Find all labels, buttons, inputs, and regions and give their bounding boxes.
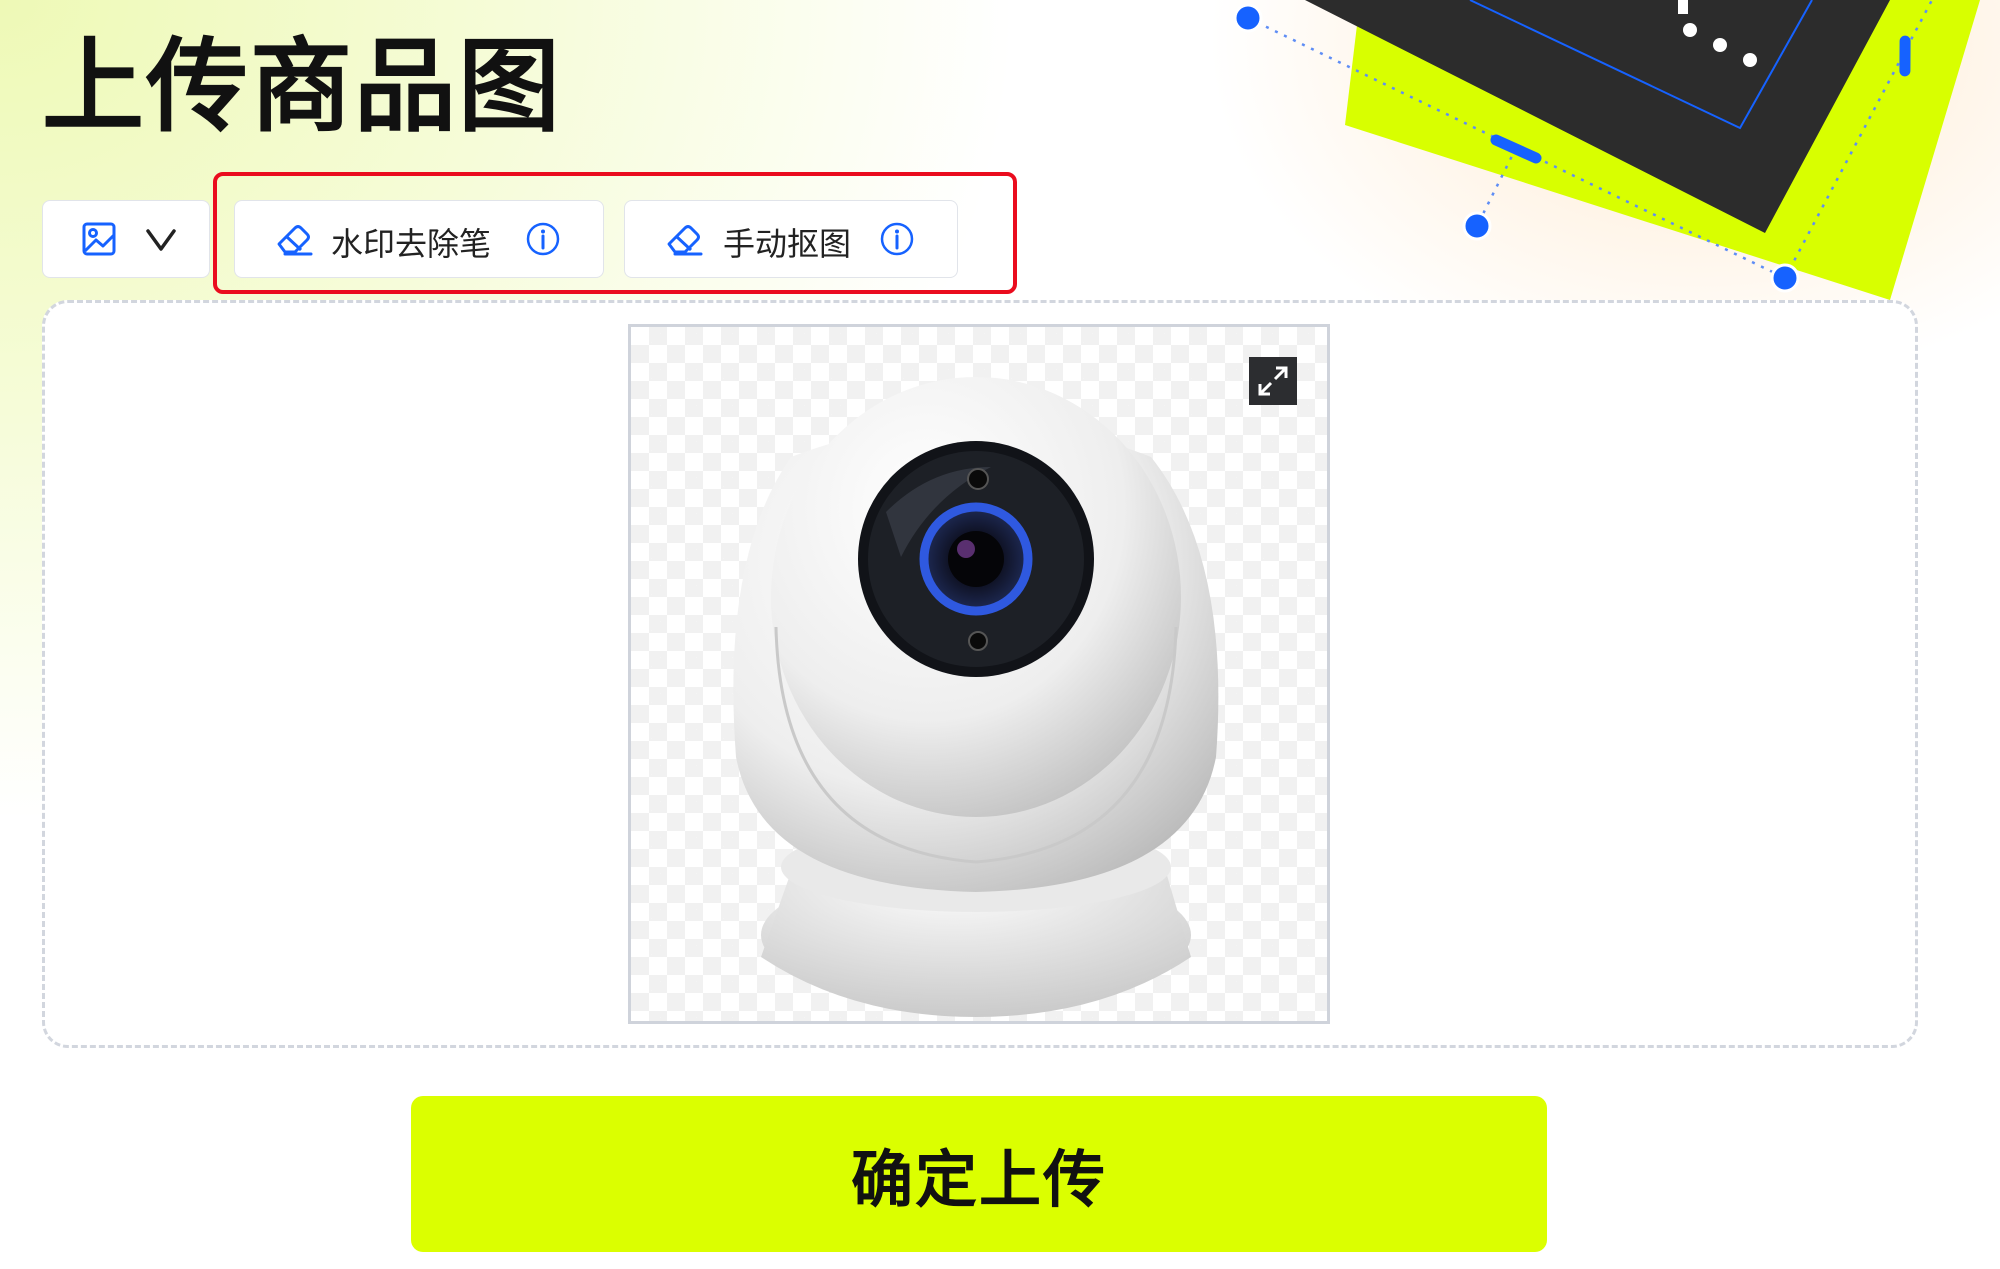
decorative-banner-graphic (1233, 0, 1980, 300)
close-icon (1877, 319, 1899, 341)
expand-icon (1258, 366, 1288, 396)
expand-preview-button[interactable] (1249, 357, 1297, 405)
confirm-upload-button[interactable]: 确定上传 (411, 1096, 1547, 1252)
image-type-dropdown[interactable] (42, 200, 210, 278)
product-camera-image (733, 377, 1219, 1017)
chevron-down-icon (146, 229, 176, 251)
page-title: 上传商品图 (42, 28, 562, 147)
product-image-preview (628, 324, 1330, 1024)
image-icon (82, 222, 116, 256)
highlight-annotation-box (213, 172, 1017, 294)
remove-image-button[interactable] (1818, 300, 1918, 400)
